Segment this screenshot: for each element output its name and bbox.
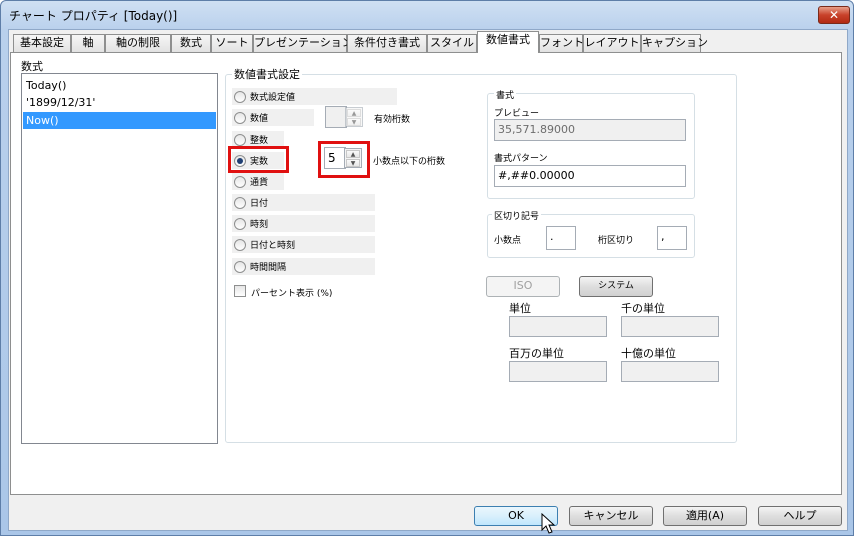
radio-button[interactable]: [234, 261, 246, 273]
million-unit-input[interactable]: [509, 361, 607, 382]
radio-currency[interactable]: 通貨: [232, 173, 284, 190]
thousand-unit-label: 千の単位: [621, 302, 665, 315]
expressions-label: 数式: [21, 60, 43, 73]
tab-font[interactable]: フォント: [539, 34, 584, 52]
tab-style[interactable]: スタイル: [427, 34, 477, 52]
radio-label: 時刻: [250, 220, 269, 230]
tab-expressions[interactable]: 数式: [171, 34, 211, 52]
thousand-separator-label: 桁区切り: [598, 236, 635, 246]
radio-label: 日付: [250, 199, 269, 209]
radio-label: 通貨: [250, 178, 269, 188]
preview-label: プレビュー: [494, 109, 540, 119]
radio-time[interactable]: 時刻: [232, 215, 375, 232]
cancel-button[interactable]: キャンセル: [569, 506, 653, 526]
radio-interval[interactable]: 時間間隔: [232, 258, 375, 275]
radio-button[interactable]: [234, 218, 246, 230]
decimals-label: 小数点以下の桁数: [373, 157, 446, 167]
tab-number-format[interactable]: 数値書式: [477, 31, 539, 53]
radio-button[interactable]: [234, 176, 246, 188]
pattern-input[interactable]: #,##0.00000: [494, 165, 686, 187]
title-bar[interactable]: チャート プロパティ [Today()] ✕: [1, 1, 853, 29]
apply-button[interactable]: 適用(A): [663, 506, 747, 526]
percent-checkbox[interactable]: [234, 285, 246, 297]
million-unit-label: 百万の単位: [509, 347, 564, 360]
mouse-cursor-icon: [541, 513, 556, 534]
tab-conditional-format[interactable]: 条件付き書式: [347, 34, 427, 52]
tab-layout[interactable]: レイアウト: [583, 34, 641, 52]
list-item[interactable]: '1899/12/31': [23, 94, 216, 111]
iso-button[interactable]: ISO: [486, 276, 560, 297]
close-icon: ✕: [828, 8, 840, 22]
highlight-box-decimals: [318, 141, 370, 178]
radio-label: 日付と時刻: [250, 241, 296, 251]
radio-button[interactable]: [234, 91, 246, 103]
radio-label: 時間間隔: [250, 263, 287, 273]
spin-up-icon[interactable]: ▲: [347, 109, 361, 117]
decimal-separator-input[interactable]: .: [546, 226, 576, 250]
list-item-selected[interactable]: Now(): [23, 112, 216, 129]
preview-field: 35,571.89000: [494, 119, 686, 141]
window-title: チャート プロパティ [Today()]: [9, 9, 178, 23]
unit-label: 単位: [509, 302, 531, 315]
billion-unit-label: 十億の単位: [621, 347, 676, 360]
significant-digits-label: 有効桁数: [374, 115, 411, 125]
format-group-label: 書式: [494, 88, 517, 101]
separators-group-label: 区切り記号: [492, 209, 542, 222]
tab-caption[interactable]: キャプション: [641, 34, 708, 52]
significant-digits-input[interactable]: [325, 106, 347, 128]
radio-number[interactable]: 数値: [232, 109, 314, 126]
significant-digits-spinner[interactable]: ▲ ▼: [345, 107, 363, 127]
billion-unit-input[interactable]: [621, 361, 719, 382]
radio-button[interactable]: [234, 197, 246, 209]
number-format-group-label: 数値書式設定: [232, 66, 302, 82]
spin-down-icon[interactable]: ▼: [347, 118, 361, 126]
unit-input[interactable]: [509, 316, 607, 337]
tab-axis[interactable]: 軸: [71, 34, 105, 52]
list-item[interactable]: Today(): [23, 77, 216, 94]
radio-button[interactable]: [234, 112, 246, 124]
pattern-label: 書式パターン: [494, 154, 548, 164]
expression-list[interactable]: Today() '1899/12/31' Now(): [21, 73, 218, 444]
radio-button[interactable]: [234, 239, 246, 251]
tab-presentation[interactable]: プレゼンテーション: [253, 34, 353, 52]
radio-label: 数値: [250, 114, 269, 124]
percent-label: パーセント表示 (%): [251, 289, 333, 299]
radio-expression-default[interactable]: 数式設定値: [232, 88, 397, 105]
radio-button[interactable]: [234, 134, 246, 146]
tab-axis-limits[interactable]: 軸の制限: [105, 34, 171, 52]
highlight-box-real: [228, 146, 289, 173]
system-button[interactable]: システム: [579, 276, 653, 297]
radio-timestamp[interactable]: 日付と時刻: [232, 236, 375, 253]
tab-sort[interactable]: ソート: [211, 34, 253, 52]
radio-label: 整数: [250, 136, 269, 146]
close-button[interactable]: ✕: [818, 6, 850, 24]
radio-date[interactable]: 日付: [232, 194, 375, 211]
thousand-separator-input[interactable]: ,: [657, 226, 687, 250]
decimal-separator-label: 小数点: [494, 236, 522, 246]
thousand-unit-input[interactable]: [621, 316, 719, 337]
tab-basic-settings[interactable]: 基本設定: [13, 34, 71, 52]
help-button[interactable]: ヘルプ: [758, 506, 842, 526]
radio-label: 数式設定値: [250, 93, 296, 103]
